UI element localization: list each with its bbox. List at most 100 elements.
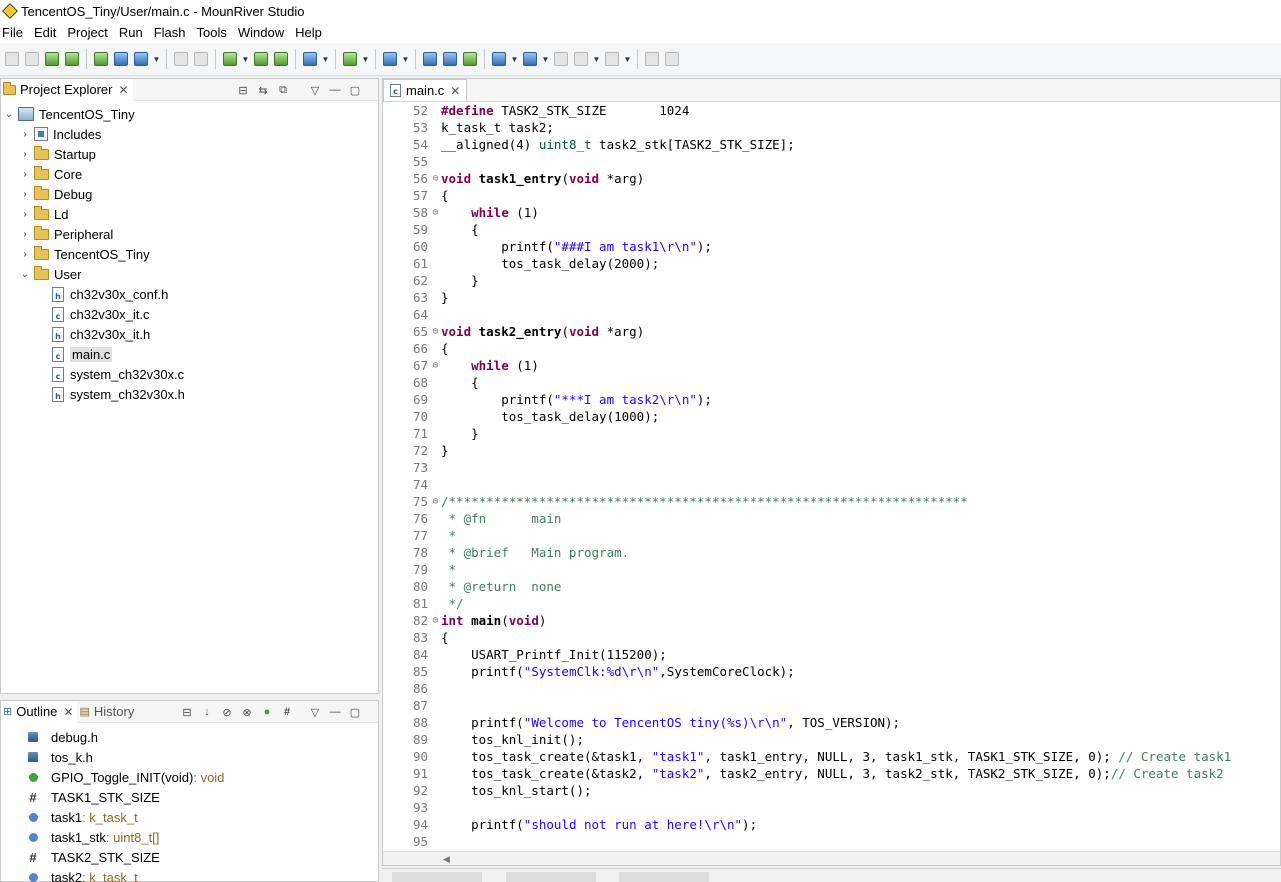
chevron-down-icon[interactable]: ⌄ [19,269,31,280]
fold-collapse-icon[interactable]: ⊖ [430,357,441,374]
tree-file[interactable]: c system_ch32v30x.c [1,364,378,384]
outline-item[interactable]: task1 : k_task_t [1,807,378,827]
tree-folder-debug[interactable]: › Debug [1,184,378,204]
code-line[interactable]: 70 tos_task_delay(1000); [383,408,1280,425]
hide-nonpublic-icon[interactable]: ● [258,703,276,721]
tree-file[interactable]: c main.c [1,344,378,364]
minimize-icon[interactable]: — [326,81,344,99]
debug-dropdown-icon[interactable]: ▼ [361,50,370,68]
chevron-right-icon[interactable]: › [19,169,31,180]
prev-annotation-dropdown-icon[interactable]: ▼ [541,50,550,68]
search-icon[interactable] [381,50,399,68]
code-line[interactable]: 73 [383,459,1280,476]
project-explorer-tab[interactable]: Project Explorer ✕ [1,78,133,101]
terminal-icon[interactable] [172,50,190,68]
back-icon[interactable] [572,50,590,68]
maximize-icon[interactable]: ▢ [346,81,364,99]
console-icon[interactable] [192,50,210,68]
hide-static-icon[interactable]: ⊗ [238,703,256,721]
chevron-down-icon[interactable]: ⌄ [3,109,15,120]
reload-icon[interactable] [663,50,681,68]
menu-flash[interactable]: Flash [152,25,192,40]
code-line[interactable]: 75 ⊖/************************************… [383,493,1280,510]
code-line[interactable]: 94 printf("should not run at here!\r\n")… [383,816,1280,833]
code-line[interactable]: 74 [383,476,1280,493]
forward-icon[interactable] [603,50,621,68]
code-line[interactable]: 61 tos_task_delay(2000); [383,255,1280,272]
flash-dropdown-icon[interactable]: ▼ [241,50,250,68]
chevron-right-icon[interactable]: › [19,229,31,240]
console-tab[interactable] [392,872,482,882]
project-config-icon[interactable] [112,50,130,68]
code-line[interactable]: 87 [383,697,1280,714]
code-line[interactable]: 53 k_task_t task2; [383,119,1280,136]
close-icon[interactable]: ✕ [118,83,128,97]
view-menu-icon[interactable]: ▽ [306,81,324,99]
open-dropdown-icon[interactable]: ▼ [321,50,330,68]
outline-item[interactable]: debug.h [1,727,378,747]
outline-item[interactable]: task1_stk : uint8_t[] [1,827,378,847]
collapse-all-icon[interactable]: ⊟ [178,703,196,721]
indent-icon[interactable] [421,50,439,68]
hide-macros-icon[interactable]: # [278,703,296,721]
chevron-right-icon[interactable]: › [19,209,31,220]
horizontal-scrollbar[interactable]: ◀ [383,851,1280,865]
code-line[interactable]: 52 #define TASK2_STK_SIZE 1024 [383,102,1280,119]
prev-annotation-icon[interactable] [521,50,539,68]
forward-dropdown-icon[interactable]: ▼ [623,50,632,68]
outline-item[interactable]: # TASK2_STK_SIZE [1,847,378,867]
code-line[interactable]: 71 } [383,425,1280,442]
code-line[interactable]: 59 { [383,221,1280,238]
back-dropdown-icon[interactable]: ▼ [592,50,601,68]
code-line[interactable]: 78 * @brief Main program. [383,544,1280,561]
debug-icon[interactable] [341,50,359,68]
chevron-right-icon[interactable]: › [19,149,31,160]
code-line[interactable]: 82 ⊖ int main(void) [383,612,1280,629]
open-icon[interactable] [301,50,319,68]
menu-project[interactable]: Project [65,25,113,40]
code-line[interactable]: 67 ⊖ while (1) [383,357,1280,374]
code-line[interactable]: 91 tos_task_create(&task2, "task2", task… [383,765,1280,782]
code-line[interactable]: 95 [383,833,1280,850]
outline-item[interactable]: GPIO_Toggle_INIT(void) : void [1,767,378,787]
build-icon[interactable] [43,50,61,68]
outline-item[interactable]: task2 : k_task_t [1,867,378,882]
code-line[interactable]: 85 printf("SystemClk:%d\r\n",SystemCoreC… [383,663,1280,680]
code-line[interactable]: 84 USART_Printf_Init(115200); [383,646,1280,663]
close-icon[interactable]: ✕ [450,84,460,98]
tree-folder-core[interactable]: › Core [1,164,378,184]
code-line[interactable]: 89 tos_knl_init(); [383,731,1280,748]
chevron-right-icon[interactable]: › [19,249,31,260]
next-annotation-dropdown-icon[interactable]: ▼ [510,50,519,68]
menu-edit[interactable]: Edit [32,25,62,40]
sort-icon[interactable]: ↓ [198,703,216,721]
code-line[interactable]: 57 { [383,187,1280,204]
filter-icon[interactable]: ⧉ [274,81,292,99]
tree-file[interactable]: c ch32v30x_it.c [1,304,378,324]
chevron-right-icon[interactable]: › [19,189,31,200]
close-icon[interactable]: ✕ [63,705,73,719]
outline-item[interactable]: tos_k.h [1,747,378,767]
tree-folder-startup[interactable]: › Startup [1,144,378,164]
fold-collapse-icon[interactable]: ⊖ [430,612,441,629]
fold-collapse-icon[interactable]: ⊖ [430,170,441,187]
save-all-icon[interactable] [23,50,41,68]
collapse-all-icon[interactable]: ⊟ [234,81,252,99]
menu-help[interactable]: Help [293,25,328,40]
toggle-comment-icon[interactable] [461,50,479,68]
tree-folder-tencentos[interactable]: › TencentOS_Tiny [1,244,378,264]
save-icon[interactable] [3,50,21,68]
code-line[interactable]: 77 * [383,527,1280,544]
target-dropdown-icon[interactable]: ▼ [152,50,161,68]
tools-icon[interactable] [252,50,270,68]
scroll-left-icon[interactable]: ◀ [443,854,450,865]
target-select-icon[interactable] [132,50,150,68]
code-line[interactable]: 69 printf("***I am task2\r\n"); [383,391,1280,408]
layers-icon[interactable] [272,50,290,68]
menu-tools[interactable]: Tools [194,25,232,40]
code-line[interactable]: 68 { [383,374,1280,391]
minimize-icon[interactable]: — [326,703,344,721]
code-line[interactable]: 66 { [383,340,1280,357]
code-line[interactable]: 83 { [383,629,1280,646]
tree-folder-includes[interactable]: › Includes [1,124,378,144]
